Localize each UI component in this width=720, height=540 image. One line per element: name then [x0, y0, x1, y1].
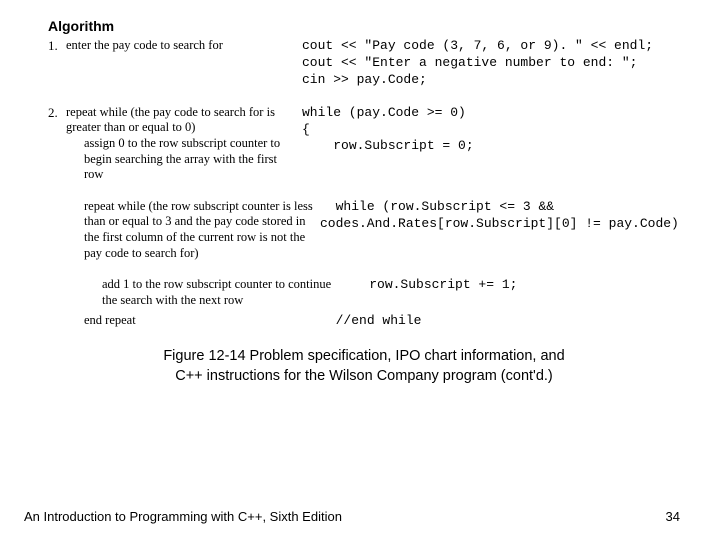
step-2-algo-sub1: assign 0 to the row subscript counter to… — [66, 136, 296, 183]
step-2-incr-row: add 1 to the row subscript counter to co… — [48, 277, 680, 308]
algorithm-heading: Algorithm — [48, 18, 680, 34]
footer: An Introduction to Programming with C++,… — [0, 509, 720, 524]
step-1-row: 1. enter the pay code to search for cout… — [48, 38, 680, 89]
step-2-algo-end: end repeat — [66, 313, 320, 329]
step-2-algo-inner: repeat while (the row subscript counter … — [66, 199, 320, 262]
step-2-algo-head-text: repeat while (the pay code to search for… — [66, 105, 275, 135]
step-2-algo-incr: add 1 to the row subscript counter to co… — [66, 277, 338, 308]
caption-line-1: Figure 12-14 Problem specification, IPO … — [163, 348, 564, 364]
step-2-end-row: end repeat //end while — [48, 313, 680, 330]
page-number: 34 — [666, 509, 680, 524]
step-1-number: 1. — [48, 38, 66, 54]
step-2-code-end: //end while — [320, 313, 680, 330]
figure-caption: Figure 12-14 Problem specification, IPO … — [48, 347, 680, 386]
step-2-code-inner: while (row.Subscript <= 3 && codes.And.R… — [320, 199, 680, 233]
footer-book-title: An Introduction to Programming with C++,… — [24, 509, 342, 524]
step-2-code-incr: row.Subscript += 1; — [338, 277, 680, 294]
step-2-number: 2. — [48, 105, 66, 121]
step-2-row: 2. repeat while (the pay code to search … — [48, 105, 680, 183]
step-2-code-head: while (pay.Code >= 0) { row.Subscript = … — [302, 105, 680, 156]
step-1-code: cout << "Pay code (3, 7, 6, or 9). " << … — [302, 38, 680, 89]
step-2-inner-row: repeat while (the row subscript counter … — [48, 199, 680, 262]
caption-line-2: C++ instructions for the Wilson Company … — [175, 368, 553, 384]
step-2-algo-head: repeat while (the pay code to search for… — [66, 105, 302, 183]
step-1-algo: enter the pay code to search for — [66, 38, 302, 54]
